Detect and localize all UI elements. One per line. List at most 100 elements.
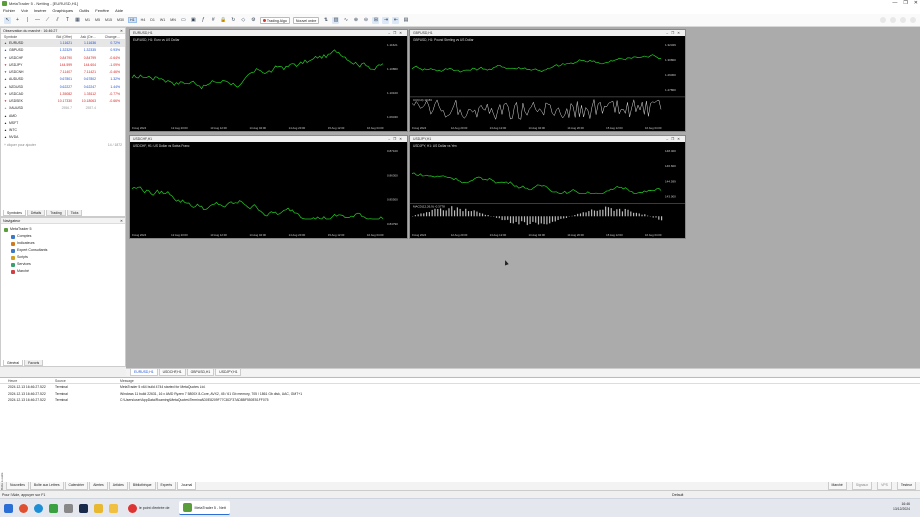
algo-trading-button[interactable]: Trading Algo: [259, 16, 290, 24]
skype-icon[interactable]: [34, 503, 43, 513]
chart-tab-gbpusd[interactable]: GBPUSD,H1: [186, 369, 215, 376]
trendline-icon[interactable]: ⟋: [44, 17, 51, 24]
chart-window-controls[interactable]: –❐✕: [388, 136, 405, 142]
navigator-item[interactable]: MetaTrader 5: [1, 226, 125, 233]
chart-window-controls[interactable]: –❐✕: [388, 30, 405, 36]
chart-window[interactable]: EURUSD,H1 –❐✕ EURUSD, H1: Euro vs US Dolla…: [129, 29, 408, 132]
symbol-row[interactable]: ▼ USDCNH 7.11407 7.11421 -0.46%: [1, 69, 125, 76]
scroll-icon[interactable]: ⇥: [382, 16, 390, 24]
tab-mailbox[interactable]: Boîte aux Lettres: [29, 482, 64, 490]
chart-tab-usdchf[interactable]: USDCHF,H1: [158, 369, 186, 376]
menu-insert[interactable]: Insérer: [34, 8, 46, 13]
app-grey-icon[interactable]: [64, 503, 73, 513]
chart-window-controls[interactable]: –❐✕: [666, 30, 683, 36]
zoom-in-icon[interactable]: ⊕: [352, 17, 359, 24]
notifications-icon[interactable]: [890, 17, 896, 23]
zoom-out-icon[interactable]: ⊖: [362, 17, 369, 24]
chart-window[interactable]: USDJPY,H1 –❐✕ USDJPY, H1: US Dollar vs Yen…: [409, 135, 686, 239]
chart-window[interactable]: GBPUSD,H1 –❐✕ GBPUSD, H1: Pound Sterling v…: [409, 29, 686, 132]
chart-window-title[interactable]: EURUSD,H1 –❐✕: [130, 30, 407, 36]
tab-calendar[interactable]: Calendrier: [64, 482, 89, 490]
price-chart[interactable]: EURUSD, H1: Euro vs US Dollar 1.11621 1.10…: [130, 36, 407, 131]
crosshair-icon[interactable]: +: [14, 17, 21, 24]
menu-help[interactable]: Aide: [115, 8, 123, 13]
market-link[interactable]: Marché: [827, 482, 847, 490]
timeframe-d1[interactable]: D1: [149, 18, 156, 22]
symbol-row[interactable]: ▲ INTC: [1, 127, 125, 134]
navigator-item[interactable]: Scripts: [1, 254, 125, 261]
new-order-button[interactable]: Nouvel ordre: [292, 16, 320, 24]
price-chart[interactable]: USDJPY, H1: US Dollar vs Yen 148.400 146.6…: [410, 142, 685, 238]
tester-link[interactable]: Testeur: [896, 482, 916, 490]
minimize-button[interactable]: —: [892, 0, 897, 7]
symbol-row[interactable]: ▲ NZDUSD 0.62227 0.62247 1.44%: [1, 84, 125, 91]
symbol-row[interactable]: ▲ MSFT: [1, 120, 125, 127]
add-symbol-row[interactable]: + cliquer pour ajouter 14 / 1872: [1, 142, 125, 149]
price-chart[interactable]: GBPUSD, H1: Pound Sterling vs US Dollar 1…: [410, 36, 685, 131]
indicators-icon[interactable]: ƒ: [200, 17, 207, 24]
tab-articles[interactable]: Articles: [108, 482, 128, 490]
close-button[interactable]: ✕: [914, 0, 918, 7]
symbol-row[interactable]: ▲ EURUSD 1.11621 1.11636 0.72%: [1, 40, 125, 48]
windows-start-icon[interactable]: [4, 503, 13, 513]
close-icon[interactable]: ✕: [120, 28, 123, 34]
tile-icon[interactable]: ⊞: [372, 16, 380, 24]
tab-symbols[interactable]: Symboles: [3, 210, 26, 216]
symbol-row[interactable]: ▲ GBPUSD 1.32329 1.32335 0.93%: [1, 47, 125, 54]
chart-window[interactable]: USDCHF,H1 –❐✕ USDCHF, H1: US Dollar vs Swi…: [129, 135, 408, 239]
navigator-item[interactable]: Comptes: [1, 233, 125, 240]
navigator-item[interactable]: Expert Consultants: [1, 247, 125, 254]
chart-tab-eurusd[interactable]: EURUSD,H1: [130, 369, 158, 376]
menu-file[interactable]: Fichier: [3, 8, 15, 13]
symbol-row[interactable]: ▲ XAUUSD 2556.7 2557.4: [1, 105, 125, 112]
tab-ticks[interactable]: Ticks: [66, 210, 83, 216]
folder-icon[interactable]: [94, 503, 103, 513]
timeframe-h4[interactable]: H4: [140, 18, 147, 22]
timeframe-m1[interactable]: M1: [84, 18, 91, 22]
price-chart[interactable]: USDCHF, H1: US Dollar vs Swiss Franc 0.87…: [130, 142, 407, 238]
symbol-row[interactable]: ▲ AMD: [1, 113, 125, 120]
photoshop-icon[interactable]: [79, 503, 88, 513]
shapes-icon[interactable]: ▦: [74, 17, 81, 24]
chart-window-title[interactable]: USDJPY,H1 –❐✕: [410, 136, 685, 142]
navigator-item[interactable]: Indicateurs: [1, 240, 125, 247]
timeframe-m5[interactable]: M5: [94, 18, 101, 22]
timeframe-m30[interactable]: M30: [116, 18, 125, 22]
wallet-icon[interactable]: [910, 17, 916, 23]
taskbar-metatrader[interactable]: MetaTrader 5 - Nett: [179, 501, 230, 515]
symbol-row[interactable]: ▲ AUDUSD 0.67801 0.67802 1.32%: [1, 76, 125, 83]
timeframe-h1[interactable]: H1: [128, 17, 137, 23]
app-green-icon[interactable]: [49, 503, 58, 513]
maximize-button[interactable]: ❐: [903, 0, 907, 7]
search-icon[interactable]: [880, 17, 886, 23]
cursor-icon[interactable]: ↖: [4, 16, 11, 24]
symbol-row[interactable]: ▼ USDCHF 0.84790 0.84799 -0.64%: [1, 55, 125, 62]
chart-type-icon[interactable]: ▭: [180, 17, 187, 24]
menu-window[interactable]: Fenêtre: [95, 8, 109, 13]
chart-window-controls[interactable]: –❐✕: [666, 136, 683, 142]
close-icon[interactable]: ✕: [120, 218, 123, 224]
tab-news[interactable]: Nouvelles: [6, 482, 29, 490]
horizontal-line-icon[interactable]: —: [34, 17, 41, 24]
signals-link[interactable]: Signaux: [851, 482, 873, 490]
ide-icon[interactable]: ◇: [240, 17, 247, 24]
lock-icon[interactable]: 🔒: [220, 17, 227, 24]
menu-tools[interactable]: Outils: [79, 8, 89, 13]
navigator-item[interactable]: Marché: [1, 268, 125, 275]
symbol-row[interactable]: ▼ USDSEK 10.17330 10.18063 -0.66%: [1, 98, 125, 105]
symbol-row[interactable]: ▼ USDJPY 144.599 144.604 -1.09%: [1, 62, 125, 69]
chart-window-title[interactable]: GBPUSD,H1 –❐✕: [410, 30, 685, 36]
channel-icon[interactable]: ⫽: [54, 17, 61, 24]
vps-link[interactable]: VPS: [877, 482, 892, 490]
signals-icon[interactable]: ∿: [342, 17, 349, 24]
timeframe-w1[interactable]: W1: [159, 18, 166, 22]
refresh-icon[interactable]: ↻: [230, 17, 237, 24]
tab-favorites[interactable]: Favoris: [24, 360, 44, 366]
depth-icon[interactable]: ⇅: [322, 17, 329, 24]
timeframe-mn[interactable]: MN: [169, 18, 177, 22]
screenshot-icon[interactable]: ▤: [402, 17, 409, 24]
chart-tab-usdjpy[interactable]: USDJPY,H1: [215, 369, 242, 376]
chart-window-title[interactable]: USDCHF,H1 –❐✕: [130, 136, 407, 142]
tab-trading[interactable]: Trading: [46, 210, 66, 216]
tab-general[interactable]: Général: [3, 360, 24, 366]
